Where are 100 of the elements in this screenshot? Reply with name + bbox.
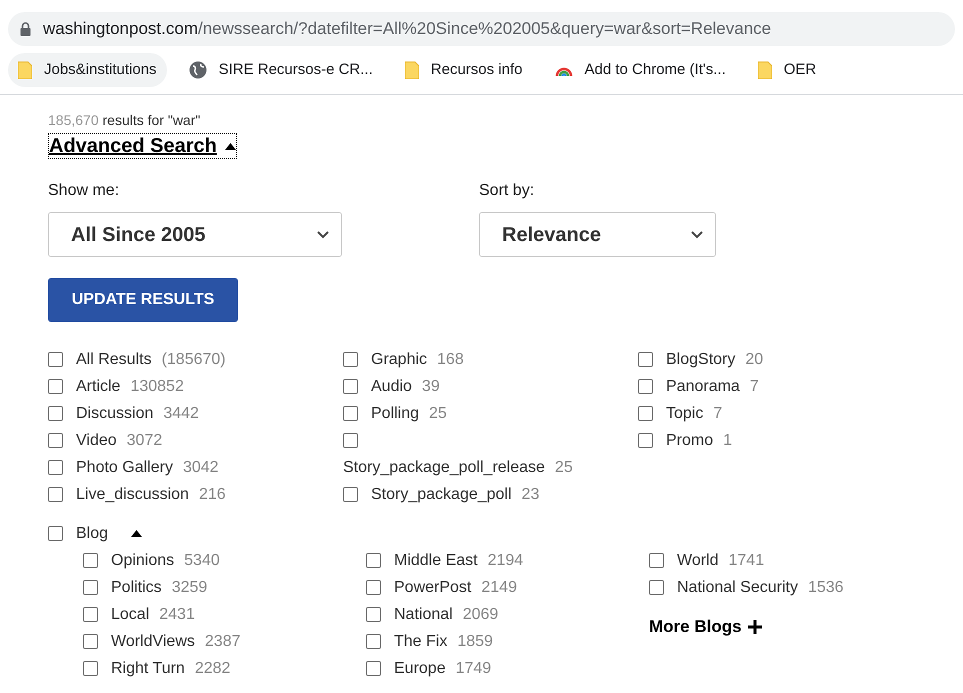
option-label: Live_discussion (76, 484, 189, 504)
option-label: BlogStory (666, 350, 736, 370)
option-label: Story_package_poll (371, 484, 512, 504)
option-count: 1 (723, 430, 732, 450)
option-label: Right Turn (111, 658, 185, 678)
checkbox[interactable] (48, 487, 63, 502)
option-count: 39 (422, 376, 440, 396)
checkbox[interactable] (649, 553, 664, 568)
option-count: 25 (429, 404, 447, 424)
option-label: The Fix (394, 632, 448, 652)
chevron-down-icon (691, 230, 703, 238)
checkbox[interactable] (649, 580, 664, 595)
checkbox[interactable] (48, 526, 63, 541)
option-count: 2431 (159, 604, 195, 624)
checkbox[interactable] (83, 553, 98, 568)
option-label: Photo Gallery (76, 458, 173, 478)
address-bar[interactable]: washingtonpost.com/newssearch/?datefilter=All%20Since%202005&query=war&sort=Relevance (8, 12, 955, 46)
more-blogs-link[interactable]: More Blogs (649, 614, 762, 640)
dropdown[interactable]: Relevance (479, 212, 716, 257)
option-label: Middle East (394, 550, 478, 570)
option-label: National Security (677, 578, 798, 598)
checkbox[interactable] (48, 433, 63, 448)
option-label: Topic (666, 404, 704, 424)
bookmark[interactable]: Add to Chrome (It's... (544, 53, 736, 87)
option-label: Panorama (666, 376, 740, 396)
bookmark[interactable]: Jobs&institutions (8, 53, 167, 87)
option-count: 2069 (462, 604, 498, 624)
bookmark[interactable]: OER (748, 53, 826, 87)
option-count: 130852 (130, 376, 184, 396)
option-label: Discussion (76, 404, 154, 424)
plus-icon (748, 620, 762, 634)
option-label: Audio (371, 376, 412, 396)
option-count: 2194 (488, 550, 524, 570)
bookmark-icon (18, 61, 32, 79)
option-count: 2282 (194, 658, 230, 678)
option-label: Politics (111, 578, 162, 598)
bookmark-icon (404, 61, 419, 79)
checkbox[interactable] (366, 607, 381, 622)
advanced-search-toggle[interactable]: Advanced Search (48, 133, 237, 159)
bookmark[interactable]: Recursos info (394, 53, 532, 87)
checkbox[interactable] (343, 406, 358, 421)
checkbox[interactable] (83, 661, 98, 676)
option-count: 1536 (808, 578, 844, 598)
checkbox[interactable] (343, 352, 358, 367)
checkbox[interactable] (83, 634, 98, 649)
lock-icon (20, 22, 31, 36)
option-label: All Results (76, 350, 152, 370)
checkbox[interactable] (638, 433, 653, 448)
checkbox[interactable] (638, 379, 653, 394)
checkbox[interactable] (83, 580, 98, 595)
dropdown[interactable]: All Since 2005 (48, 212, 342, 257)
checkbox[interactable] (366, 580, 381, 595)
checkbox[interactable] (638, 352, 653, 367)
option-label: Europe (394, 658, 446, 678)
checkbox[interactable] (48, 406, 63, 421)
bookmark-icon (758, 61, 772, 79)
option-count: 3072 (126, 430, 162, 450)
option-label: Story_package_poll_release (343, 458, 545, 478)
update-results-button[interactable]: UPDATE RESULTS (48, 278, 238, 322)
results-summary: 185,670 results for "war" (48, 111, 202, 129)
option-count: 23 (522, 484, 540, 504)
option-label: Article (76, 376, 120, 396)
option-count: 168 (437, 350, 464, 370)
checkbox[interactable] (343, 433, 358, 448)
option-count: 2387 (204, 632, 240, 652)
checkbox[interactable] (83, 607, 98, 622)
option-label: Video (76, 430, 117, 450)
checkbox[interactable] (366, 634, 381, 649)
option-count: 7 (750, 376, 759, 396)
option-count: 5340 (184, 550, 220, 570)
option-label: WorldViews (111, 632, 195, 652)
globe-icon (188, 61, 207, 79)
checkbox[interactable] (366, 661, 381, 676)
checkbox[interactable] (343, 487, 358, 502)
checkbox[interactable] (48, 352, 63, 367)
checkbox[interactable] (366, 553, 381, 568)
filter-label: Show me: (48, 181, 120, 201)
option-count: 1859 (457, 632, 493, 652)
option-count: 3442 (163, 404, 199, 424)
option-label: Promo (666, 430, 714, 450)
checkbox[interactable] (48, 379, 63, 394)
option-label: World (677, 550, 718, 570)
bookmark[interactable]: SIRE Recursos-e CR... (178, 53, 383, 87)
url-text: washingtonpost.com/newssearch/?datefilter=All%20Since%202005&query=war&sort=Relevance (43, 18, 772, 40)
option-label: National (394, 604, 453, 624)
option-count: 7 (713, 404, 722, 424)
chevron-down-icon (317, 230, 329, 238)
checkbox[interactable] (343, 379, 358, 394)
filter-label: Sort by: (479, 181, 536, 201)
option-count: 3042 (182, 458, 219, 478)
option-label: Local (111, 604, 150, 624)
option-count: 1741 (728, 550, 764, 570)
option-count: (185670) (162, 350, 226, 370)
option-count: 216 (198, 484, 226, 504)
option-label: Polling (371, 404, 420, 424)
up-triangle-icon[interactable] (131, 530, 142, 537)
checkbox[interactable] (48, 460, 63, 475)
checkbox[interactable] (638, 406, 653, 421)
option-label: Blog (76, 524, 108, 544)
option-label: Graphic (371, 350, 428, 370)
